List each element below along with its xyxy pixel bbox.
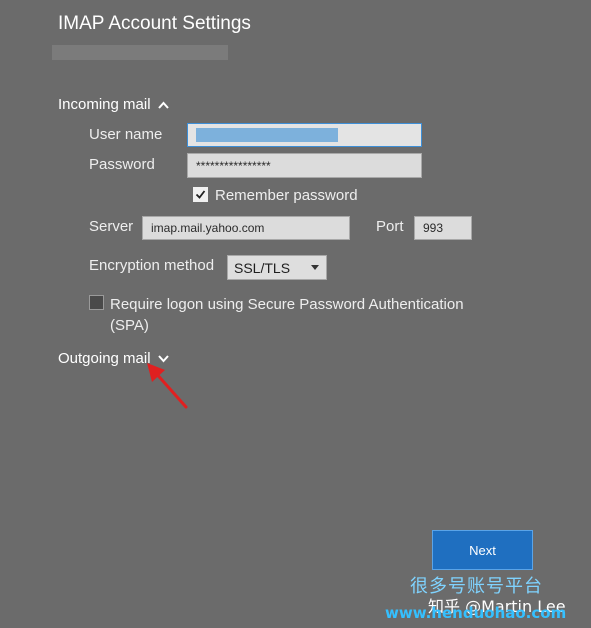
incoming-mail-label: Incoming mail <box>58 96 151 113</box>
watermark-line3: www.henduohao.com <box>385 604 567 622</box>
spa-label-line1: Require logon using Secure Password Auth… <box>110 296 464 313</box>
checkmark-icon <box>195 190 206 199</box>
port-label: Port <box>376 218 404 235</box>
page-title: IMAP Account Settings <box>58 13 251 34</box>
port-input[interactable]: 993 <box>414 216 472 240</box>
outgoing-mail-label: Outgoing mail <box>58 350 151 367</box>
server-input[interactable]: imap.mail.yahoo.com <box>142 216 350 240</box>
username-redacted <box>196 128 338 142</box>
encryption-label: Encryption method <box>89 257 215 274</box>
server-label: Server <box>89 218 134 235</box>
chevron-up-icon <box>157 101 169 109</box>
incoming-mail-toggle[interactable]: Incoming mail <box>58 96 169 113</box>
spa-checkbox[interactable] <box>89 295 104 310</box>
username-input[interactable] <box>187 123 422 147</box>
caret-down-icon <box>311 265 319 270</box>
password-input[interactable]: **************** <box>187 153 422 178</box>
encryption-select[interactable]: SSL/TLS <box>227 255 327 280</box>
next-button[interactable]: Next <box>432 530 533 570</box>
account-email-redacted <box>52 45 228 60</box>
annotation-arrow-icon <box>147 363 188 409</box>
password-label: Password <box>89 156 155 173</box>
username-label: User name <box>89 126 163 143</box>
remember-password-checkbox[interactable] <box>193 187 208 202</box>
remember-password-label: Remember password <box>215 187 358 204</box>
spa-label: Require logon using Secure Password Auth… <box>110 294 464 336</box>
encryption-value: SSL/TLS <box>234 259 291 276</box>
spa-label-line2: (SPA) <box>110 317 149 334</box>
